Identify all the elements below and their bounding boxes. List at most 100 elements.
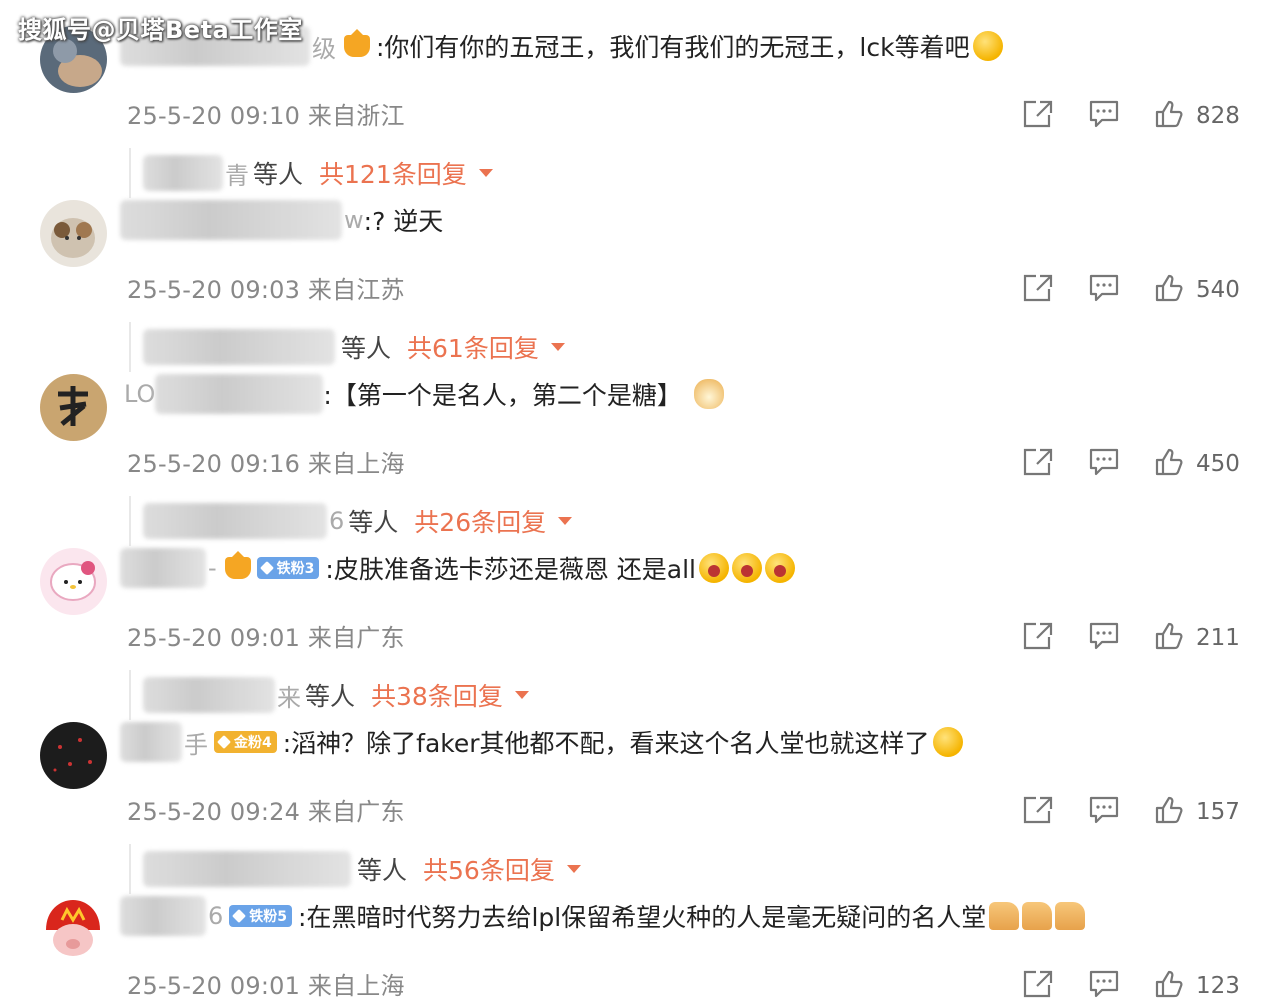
comment-actions: 123 <box>988 968 1240 998</box>
chevron-down-icon[interactable] <box>558 517 573 525</box>
username-redacted[interactable] <box>120 200 342 240</box>
username-tail: 6 <box>208 902 224 930</box>
thumbs-up-icon[interactable] <box>1154 969 1184 998</box>
crying-emoji-icon <box>732 553 763 583</box>
diamond-icon <box>259 561 274 575</box>
username-tail: 手 <box>184 730 208 759</box>
fan-badge-label: 铁粉5 <box>249 909 288 925</box>
comment-icon[interactable] <box>1088 273 1120 307</box>
reply-summary[interactable]: 青 等人 共121条回复 <box>129 148 493 198</box>
watermark: 搜狐号@贝塔Beta工作室 <box>18 16 303 44</box>
reply-total[interactable]: 共38条回复 <box>371 677 503 713</box>
username-tail: w <box>344 206 364 234</box>
comment-icon[interactable] <box>1088 621 1120 655</box>
avatar[interactable] <box>40 896 107 963</box>
reply-total[interactable]: 共56条回复 <box>423 851 555 887</box>
reply-who: 等人 <box>253 160 304 189</box>
chevron-down-icon[interactable] <box>478 169 493 177</box>
chevron-down-icon[interactable] <box>566 865 581 873</box>
comment-actions: 157 <box>988 794 1240 830</box>
comment-icon[interactable] <box>1088 99 1120 133</box>
comment-header: 手 金粉4 :滔神？除了faker其他都不配，看来这个名人堂也就这样了 <box>120 722 963 762</box>
comment-meta: 25-5-20 09:03 来自江苏 <box>127 276 405 304</box>
chevron-down-icon[interactable] <box>550 343 565 351</box>
reply-username-tail: 6 <box>329 507 345 535</box>
thumbs-up-icon[interactable] <box>1154 795 1184 829</box>
username-tail: - <box>208 554 217 582</box>
reply-username-tail: 青 <box>225 161 249 190</box>
thumbs-up-emoji-icon <box>1055 902 1086 930</box>
share-icon[interactable] <box>1022 969 1054 998</box>
username-redacted[interactable] <box>120 548 206 588</box>
fan-level-badge: 金粉4 <box>214 731 277 753</box>
comment-header: - 铁粉3 :皮肤准备选卡莎还是薇恩 还是all <box>120 548 796 588</box>
reply-who: 等人 <box>357 856 408 885</box>
thumbs-up-icon[interactable] <box>1154 273 1184 307</box>
like-count: 828 <box>1196 103 1240 129</box>
crying-emoji-icon <box>765 553 796 583</box>
reply-summary[interactable]: 6 等人 共26条回复 <box>129 496 573 546</box>
share-icon[interactable] <box>1022 447 1054 481</box>
comment-item: w :? 逆天 25-5-20 09:03 来自江苏 540 等人 共61条回复 <box>0 200 1264 374</box>
like-count: 450 <box>1196 451 1240 477</box>
share-icon[interactable] <box>1022 621 1054 655</box>
comment-item: - 铁粉3 :皮肤准备选卡莎还是薇恩 还是all 25-5-20 09:01 来… <box>0 548 1264 722</box>
share-icon[interactable] <box>1022 99 1054 133</box>
diamond-icon <box>232 909 247 923</box>
avatar[interactable] <box>40 722 107 789</box>
diamond-icon <box>217 735 231 749</box>
comment-text: :皮肤准备选卡莎还是薇恩 还是all <box>325 555 697 584</box>
comment-actions: 828 <box>988 98 1240 134</box>
share-icon[interactable] <box>1022 273 1054 307</box>
crown-badge-icon <box>344 29 370 57</box>
like-count: 123 <box>1196 973 1240 998</box>
reply-username-redacted <box>143 329 335 365</box>
thumbs-up-icon[interactable] <box>1154 99 1184 133</box>
fan-level-badge: 铁粉3 <box>256 557 320 579</box>
username-tail: 级 <box>312 34 336 63</box>
username-redacted[interactable] <box>120 722 182 762</box>
comment-actions: 540 <box>988 272 1240 308</box>
avatar[interactable] <box>40 548 107 615</box>
comment-meta: 25-5-20 09:01 来自上海 <box>127 972 405 998</box>
reply-summary[interactable]: 来 等人 共38条回复 <box>129 670 529 720</box>
username-tail: LO <box>124 380 156 408</box>
reply-who: 等人 <box>348 508 399 537</box>
share-icon[interactable] <box>1022 795 1054 829</box>
reply-total[interactable]: 共121条回复 <box>319 155 467 191</box>
crying-emoji-icon <box>699 553 730 583</box>
chevron-down-icon[interactable] <box>514 691 529 699</box>
comment-icon[interactable] <box>1088 447 1120 481</box>
fan-badge-label: 金粉4 <box>234 735 272 751</box>
comment-text: :你们有你的五冠王，我们有我们的无冠王，lck等着吧 <box>376 33 970 62</box>
comment-header: w :? 逆天 <box>120 200 443 240</box>
comment-icon[interactable] <box>1088 969 1120 998</box>
reply-username-redacted <box>143 503 327 539</box>
reply-total[interactable]: 共61条回复 <box>407 329 539 365</box>
comment-text: :【第一个是名人，第二个是糖】 <box>323 381 682 410</box>
comment-meta: 25-5-20 09:16 来自上海 <box>127 450 405 478</box>
reply-summary[interactable]: 等人 共61条回复 <box>129 322 565 372</box>
comment-meta: 25-5-20 09:01 来自广东 <box>127 624 405 652</box>
reply-total[interactable]: 共26条回复 <box>414 503 546 539</box>
username-redacted[interactable] <box>120 896 206 936</box>
avatar[interactable] <box>40 374 107 441</box>
username-redacted[interactable] <box>155 374 324 414</box>
thumbs-up-emoji-icon <box>1022 902 1053 930</box>
surprised-emoji-icon <box>972 31 1003 61</box>
crown-badge-icon <box>224 551 251 579</box>
comment-text: :在黑暗时代努力去给lpl保留希望火种的人是毫无疑问的名人堂 <box>298 903 987 932</box>
reply-username-redacted <box>143 677 275 713</box>
comment-icon[interactable] <box>1088 795 1120 829</box>
thumbs-up-icon[interactable] <box>1154 621 1184 655</box>
comment-meta: 25-5-20 09:10 来自浙江 <box>127 102 405 130</box>
comment-item: 6 铁粉5 :在黑暗时代努力去给lpl保留希望火种的人是毫无疑问的名人堂 25-… <box>0 896 1264 998</box>
fan-level-badge: 铁粉5 <box>229 905 293 927</box>
avatar[interactable] <box>40 200 107 267</box>
thumbs-up-icon[interactable] <box>1154 447 1184 481</box>
like-count: 157 <box>1196 799 1240 825</box>
reply-summary[interactable]: 等人 共56条回复 <box>129 844 581 894</box>
like-count: 211 <box>1196 625 1240 651</box>
comment-actions: 211 <box>988 620 1240 656</box>
fan-badge-label: 铁粉3 <box>276 561 315 577</box>
